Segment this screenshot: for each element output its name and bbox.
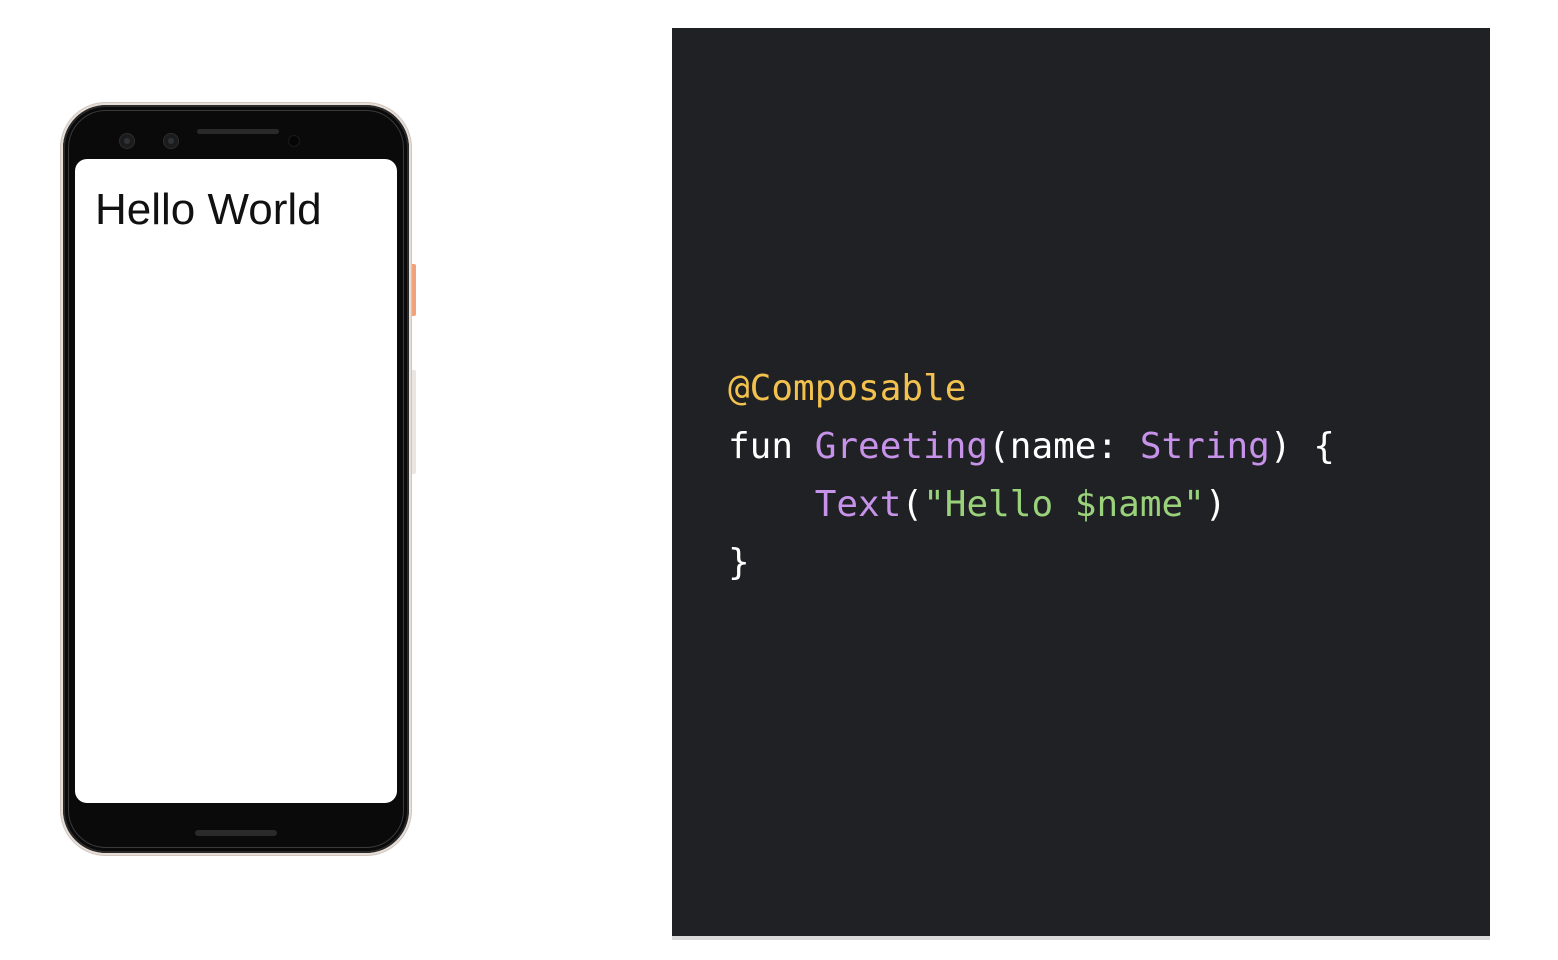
code-token-plain: (	[901, 484, 924, 525]
code-token-plain: fun	[728, 426, 815, 467]
phone-mockup: Hello World	[60, 102, 416, 856]
greeting-text: Hello World	[95, 185, 322, 234]
home-indicator	[195, 830, 277, 836]
code-panel: @Composable fun Greeting(name: String) { …	[672, 28, 1490, 936]
code-line: Text("Hello $name")	[728, 476, 1335, 534]
code-token-plain: )	[1204, 484, 1227, 525]
front-camera-icon	[163, 133, 179, 149]
earpiece-speaker	[197, 129, 279, 134]
code-token-plain: (name:	[988, 426, 1140, 467]
code-line: }	[728, 534, 1335, 592]
code-token-plain: ) {	[1269, 426, 1335, 467]
code-block: @Composable fun Greeting(name: String) { …	[728, 360, 1335, 592]
code-token-type: String	[1139, 426, 1270, 467]
code-token-annotation: @Composable	[728, 368, 967, 409]
front-camera-icon	[119, 133, 135, 149]
code-token-function-name: Text	[814, 484, 902, 525]
phone-body: Hello World	[63, 105, 409, 853]
code-token-function-name: Greeting	[814, 426, 989, 467]
code-token-string: "Hello $name"	[923, 484, 1205, 525]
power-button	[412, 264, 416, 316]
code-panel-edge	[672, 936, 1490, 940]
code-line: fun Greeting(name: String) {	[728, 418, 1335, 476]
code-token-plain: }	[728, 542, 750, 583]
code-line: @Composable	[728, 360, 1335, 418]
proximity-sensor	[289, 136, 299, 146]
volume-button	[412, 370, 416, 474]
phone-screen: Hello World	[75, 159, 397, 803]
